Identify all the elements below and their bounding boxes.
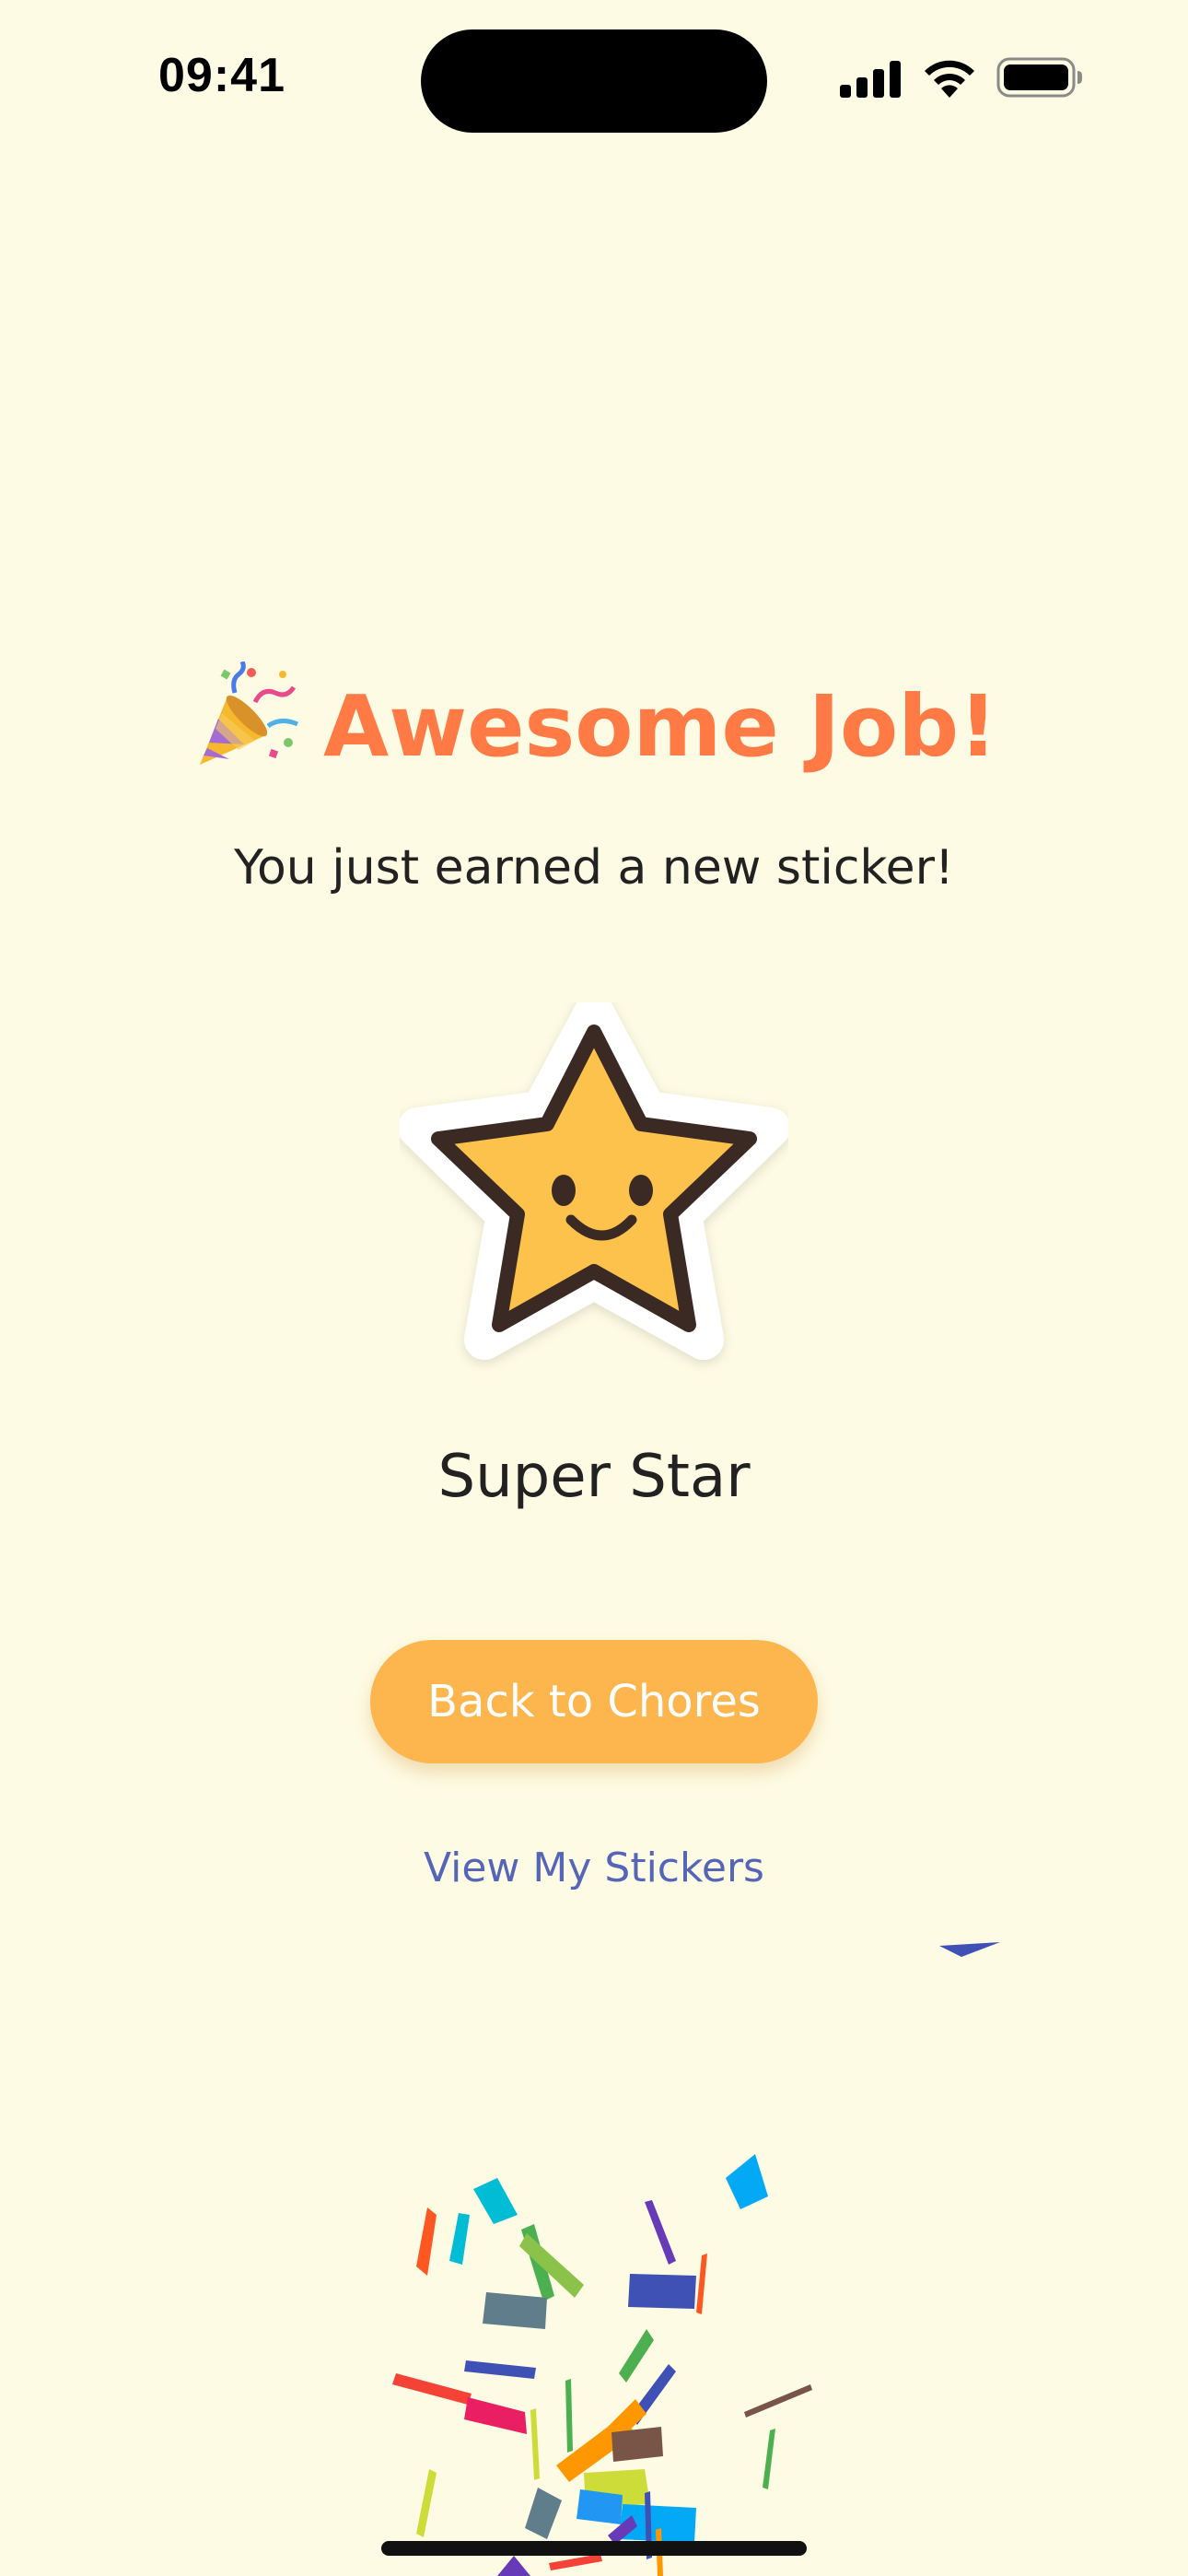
confetti-piece — [497, 2556, 530, 2576]
confetti-piece — [726, 2154, 768, 2209]
confetti-piece — [763, 2429, 775, 2489]
confetti-piece — [556, 2416, 635, 2482]
confetti-piece — [591, 2399, 646, 2458]
back-to-chores-button[interactable]: Back to Chores — [370, 1640, 818, 1763]
confetti-piece — [464, 2360, 536, 2379]
confetti-piece — [939, 1942, 1000, 1957]
confetti-piece — [628, 2274, 696, 2309]
confetti-piece — [416, 2469, 437, 2537]
confetti-piece — [521, 2224, 554, 2301]
confetti-piece — [619, 2329, 654, 2383]
smiling-star-sticker-icon — [400, 1002, 788, 1360]
confetti-piece — [392, 2373, 472, 2405]
confetti-piece — [630, 2364, 676, 2425]
back-to-chores-label: Back to Chores — [427, 1676, 761, 1727]
confetti-piece — [565, 2379, 573, 2453]
confetti-piece — [619, 2504, 696, 2543]
confetti-piece — [525, 2488, 562, 2539]
confetti-piece — [577, 2489, 623, 2524]
dynamic-island — [421, 29, 767, 133]
confetti-piece — [645, 2200, 676, 2265]
sticker-name: Super Star — [437, 1443, 751, 1511]
confetti-piece — [611, 2427, 663, 2462]
confetti-piece — [416, 2207, 437, 2276]
status-time: 09:41 — [158, 49, 285, 102]
confetti-piece — [549, 2554, 602, 2570]
cellular-signal-icon — [840, 61, 901, 98]
title-text: Awesome Job! — [322, 677, 998, 776]
confetti-piece — [530, 2408, 540, 2480]
party-popper-icon — [199, 662, 298, 765]
confetti-piece — [473, 2178, 518, 2224]
confetti-piece — [696, 2254, 707, 2314]
battery-icon — [996, 57, 1082, 98]
confetti-piece — [519, 2233, 584, 2298]
celebration-title: Awesome Job! — [0, 662, 1188, 776]
wifi-icon — [925, 60, 974, 98]
confetti-piece — [744, 2384, 812, 2418]
home-indicator — [381, 2541, 807, 2556]
confetti-piece — [449, 2213, 470, 2265]
confetti-piece — [483, 2292, 547, 2329]
celebration-subtitle: You just earned a new sticker! — [234, 840, 954, 896]
confetti-piece — [464, 2397, 527, 2434]
view-stickers-link-row: View My Stickers — [0, 1844, 1188, 1891]
confetti-piece — [584, 2469, 650, 2508]
view-my-stickers-link[interactable]: View My Stickers — [424, 1844, 764, 1891]
